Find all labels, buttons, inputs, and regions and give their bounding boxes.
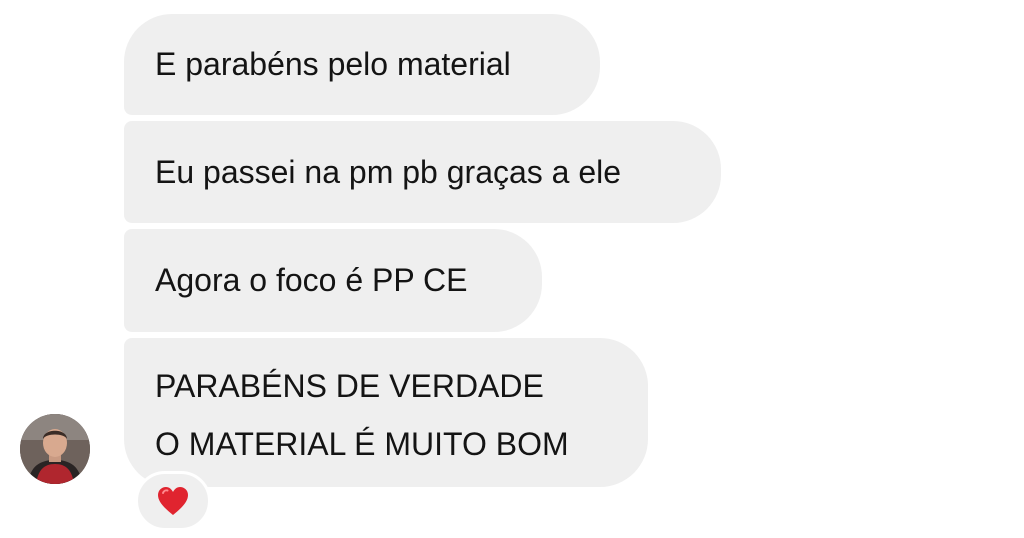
message-thread: E parabéns pelo material Eu passei na pm… — [0, 0, 1024, 538]
message-text: Eu passei na pm pb graças a ele — [155, 154, 622, 190]
message-text: E parabéns pelo material — [155, 46, 511, 82]
message-bubble[interactable]: E parabéns pelo material — [124, 14, 600, 115]
reaction-badge[interactable] — [135, 471, 211, 531]
sender-avatar[interactable] — [20, 414, 90, 484]
message-text-line: O MATERIAL É MUITO BOM — [155, 426, 569, 462]
message-text-line: PARABÉNS DE VERDADE — [155, 368, 544, 404]
message-bubble[interactable]: Agora o foco é PP CE — [124, 229, 542, 332]
message-text: Agora o foco é PP CE — [155, 262, 468, 298]
heart-icon — [158, 487, 188, 515]
message-bubble[interactable]: PARABÉNS DE VERDADE O MATERIAL É MUITO B… — [124, 338, 648, 487]
user-avatar-icon — [20, 414, 90, 484]
message-bubble[interactable]: Eu passei na pm pb graças a ele — [124, 121, 721, 223]
